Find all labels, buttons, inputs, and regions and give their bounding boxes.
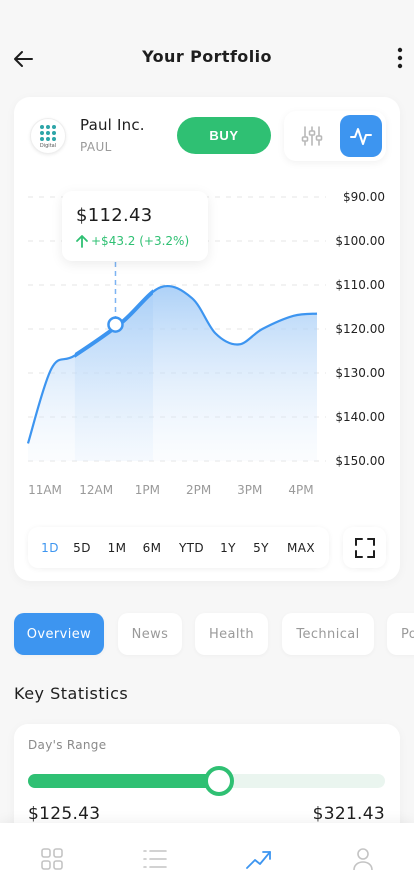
range-button-5y[interactable]: 5Y <box>243 527 279 568</box>
tooltip-change-text: +$43.2 (+3.2%) <box>91 234 190 248</box>
x-axis-label: 3PM <box>237 483 262 497</box>
nav-home-button[interactable] <box>22 836 82 882</box>
price-chart[interactable]: $90.00 $100.00 $110.00 $120.00 $130.00 $140.0… <box>0 0 414 600</box>
y-axis-label: $110.00 <box>335 278 385 292</box>
nav-trending-button[interactable] <box>229 836 289 882</box>
user-icon <box>353 848 373 871</box>
days-range-high: $321.43 <box>312 804 385 824</box>
x-axis-label: 11AM <box>28 483 62 497</box>
x-axis-label: 1PM <box>135 483 160 497</box>
days-range-low: $125.43 <box>28 804 101 824</box>
y-axis-label: $130.00 <box>335 366 385 380</box>
price-tooltip <box>62 191 208 261</box>
tab-po[interactable]: Po <box>387 613 414 655</box>
range-button-6m[interactable]: 6M <box>131 527 173 568</box>
days-range-thumb[interactable] <box>203 766 234 796</box>
x-axis-label: 2PM <box>186 483 211 497</box>
grid-icon <box>41 848 63 870</box>
y-axis-label: $100.00 <box>335 234 385 248</box>
days-range-label: Day's Range <box>28 738 107 752</box>
chart-marker <box>107 316 124 333</box>
list-icon <box>143 850 167 868</box>
fullscreen-icon <box>354 537 375 558</box>
key-statistics-title: Key Statistics <box>14 684 129 703</box>
tooltip-change: +$43.2 (+3.2%) <box>75 234 189 248</box>
nav-list-button[interactable] <box>125 836 185 882</box>
y-axis-label: $90.00 <box>343 190 385 204</box>
range-button-max[interactable]: MAX <box>279 527 323 568</box>
nav-profile-button[interactable] <box>333 836 393 882</box>
range-button-ytd[interactable]: YTD <box>169 527 214 568</box>
tab-news[interactable]: News <box>118 613 182 655</box>
x-axis-label: 12AM <box>79 483 113 497</box>
y-axis-label: $140.00 <box>335 410 385 424</box>
x-axis-label: 4PM <box>288 483 313 497</box>
tab-overview[interactable]: Overview <box>14 613 104 655</box>
y-axis-label: $120.00 <box>335 322 385 336</box>
fullscreen-button[interactable] <box>343 527 386 568</box>
tab-health[interactable]: Health <box>195 613 268 655</box>
days-range-fill <box>28 774 219 788</box>
chart-area <box>28 286 317 461</box>
tab-technical[interactable]: Technical <box>282 613 374 655</box>
range-button-1y[interactable]: 1Y <box>210 527 246 568</box>
arrow-up-icon <box>76 235 88 248</box>
tooltip-price: $112.43 <box>76 205 153 226</box>
y-axis-label: $150.00 <box>335 454 385 468</box>
trending-icon <box>246 851 271 869</box>
